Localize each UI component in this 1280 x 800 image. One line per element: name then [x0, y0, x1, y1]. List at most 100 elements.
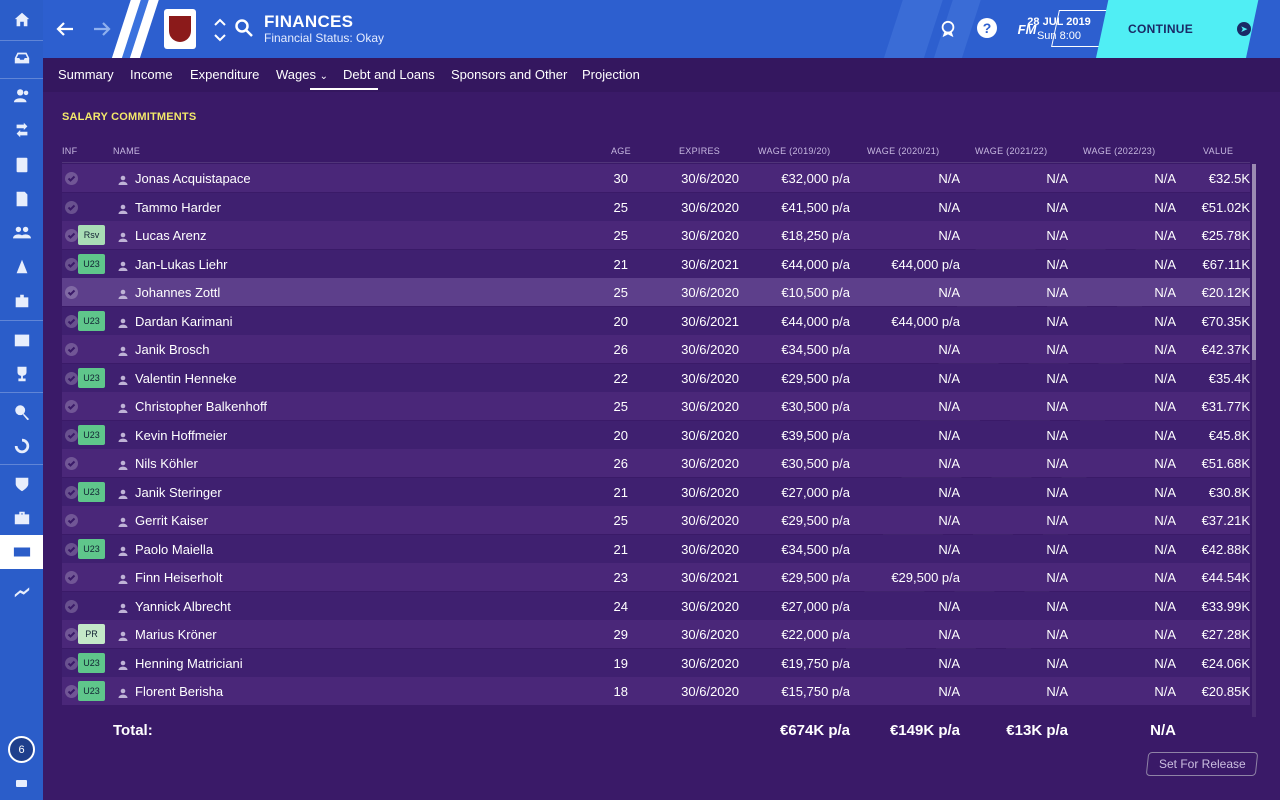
search-icon[interactable]	[234, 18, 254, 38]
col-wage-2020-21[interactable]: WAGE (2020/21)	[867, 146, 939, 156]
col-name[interactable]: NAME	[113, 146, 140, 156]
table-row[interactable]: Jonas Acquistapace 30 30/6/2020 €32,000 p/a…	[62, 164, 1250, 192]
person-icon	[118, 173, 128, 185]
player-name[interactable]: Janik Brosch	[135, 342, 209, 357]
player-value: €33.99K	[1201, 599, 1250, 614]
player-name[interactable]: Jonas Acquistapace	[135, 171, 251, 186]
notification-badge[interactable]: 6	[8, 736, 35, 763]
col-value[interactable]: VALUE	[1203, 146, 1233, 156]
help-icon[interactable]: ?	[977, 18, 997, 38]
player-name[interactable]: Janik Steringer	[135, 485, 222, 500]
player-name[interactable]: Marius Kröner	[135, 627, 217, 642]
up-down-chevron-icon[interactable]	[213, 15, 227, 45]
table-row[interactable]: Tammo Harder 25 30/6/2020 €41,500 p/a N/A N/A…	[62, 193, 1250, 221]
player-name[interactable]: Valentin Henneke	[135, 371, 237, 386]
player-value: €67.11K	[1202, 257, 1250, 272]
table-row[interactable]: PR Marius Kröner 29 30/6/2020 €22,000 p/a N/A…	[62, 620, 1250, 648]
table-row[interactable]: U23 Henning Matriciani 19 30/6/2020 €19,750 …	[62, 649, 1250, 677]
dynamics-icon[interactable]	[0, 113, 43, 147]
continue-label[interactable]: CONTINUE	[1128, 22, 1193, 36]
inbox-icon[interactable]	[0, 41, 43, 75]
player-name[interactable]: Lucas Arenz	[135, 228, 207, 243]
col-wage-2019-20[interactable]: WAGE (2019/20)	[758, 146, 830, 156]
col-inf[interactable]: INF	[62, 146, 77, 156]
col-wage-2021-22[interactable]: WAGE (2021/22)	[975, 146, 1047, 156]
forward-arrow-icon[interactable]	[91, 18, 113, 40]
table-row[interactable]: Gerrit Kaiser 25 30/6/2020 €29,500 p/a N/A N/…	[62, 506, 1250, 534]
col-wage-2022-23[interactable]: WAGE (2022/23)	[1083, 146, 1155, 156]
player-value: €44.54K	[1201, 570, 1250, 585]
mini-panel-icon[interactable]	[16, 780, 27, 787]
player-name[interactable]: Christopher Balkenhoff	[135, 399, 267, 414]
transfers-icon[interactable]	[0, 429, 43, 463]
player-name[interactable]: Tammo Harder	[135, 200, 221, 215]
player-value: €20.85K	[1201, 684, 1250, 699]
squad-status-badge: Rsv	[78, 225, 105, 245]
player-name[interactable]: Jan-Lukas Liehr	[135, 257, 228, 272]
training-icon[interactable]	[0, 148, 43, 182]
squad-icon[interactable]	[0, 79, 43, 113]
player-name[interactable]: Dardan Karimani	[135, 314, 233, 329]
award-icon[interactable]	[937, 18, 959, 40]
player-age: 26	[613, 342, 628, 357]
player-name[interactable]: Finn Heiserholt	[135, 570, 222, 585]
tab-sponsors-and-other[interactable]: Sponsors and Other	[451, 67, 567, 82]
tab-debt-and-loans[interactable]: Debt and Loans	[343, 67, 435, 82]
col-expires[interactable]: EXPIRES	[679, 146, 720, 156]
player-name[interactable]: Gerrit Kaiser	[135, 513, 208, 528]
continue-arrow-icon[interactable]: ➤	[1237, 22, 1251, 36]
player-name[interactable]: Johannes Zottl	[135, 285, 220, 300]
finances-icon[interactable]	[0, 535, 43, 569]
development-icon[interactable]	[0, 574, 43, 608]
reports-icon[interactable]	[0, 182, 43, 216]
player-name[interactable]: Henning Matriciani	[135, 656, 243, 671]
table-row[interactable]: U23 Dardan Karimani 20 30/6/2021 €44,000 p/a…	[62, 307, 1250, 335]
tab-expenditure[interactable]: Expenditure	[190, 67, 259, 82]
home-icon[interactable]	[0, 3, 43, 37]
person-icon	[118, 316, 128, 328]
tab-projection[interactable]: Projection	[582, 67, 640, 82]
calendar-icon[interactable]	[0, 323, 43, 357]
table-row[interactable]: U23 Jan-Lukas Liehr 21 30/6/2021 €44,000 p/a…	[62, 250, 1250, 278]
trophy-icon[interactable]	[0, 357, 43, 391]
wage-2022-23: N/A	[1154, 314, 1176, 329]
wage-2019-20: €19,750 p/a	[781, 656, 850, 671]
col-age[interactable]: AGE	[611, 146, 631, 156]
scrollbar-thumb[interactable]	[1252, 164, 1256, 360]
wage-2019-20: €44,000 p/a	[781, 314, 850, 329]
table-row[interactable]: Janik Brosch 26 30/6/2020 €34,500 p/a N/A N/A…	[62, 335, 1250, 363]
tab-income[interactable]: Income	[130, 67, 173, 82]
club-shield-icon[interactable]	[0, 467, 43, 501]
table-row[interactable]: Yannick Albrecht 24 30/6/2020 €27,000 p/a N/…	[62, 592, 1250, 620]
check-icon	[65, 315, 78, 328]
set-for-release-button[interactable]: Set For Release	[1145, 752, 1259, 776]
table-row[interactable]: U23 Janik Steringer 21 30/6/2020 €27,000 p/a…	[62, 478, 1250, 506]
tactics-icon[interactable]	[0, 250, 43, 284]
player-name[interactable]: Yannick Albrecht	[135, 599, 231, 614]
briefcase-icon[interactable]	[0, 501, 43, 535]
table-row[interactable]: Rsv Lucas Arenz 25 30/6/2020 €18,250 p/a N/A N…	[62, 221, 1250, 249]
player-name[interactable]: Nils Köhler	[135, 456, 198, 471]
table-row[interactable]: U23 Valentin Henneke 22 30/6/2020 €29,500 p/…	[62, 364, 1250, 392]
back-arrow-icon[interactable]	[54, 18, 76, 40]
player-name[interactable]: Kevin Hoffmeier	[135, 428, 227, 443]
staff-icon[interactable]	[0, 216, 43, 250]
player-name[interactable]: Florent Berisha	[135, 684, 223, 699]
club-crest[interactable]	[164, 9, 196, 49]
table-row[interactable]: U23 Florent Berisha 18 30/6/2020 €15,750 p/a…	[62, 677, 1250, 705]
table-row[interactable]: Johannes Zottl 25 30/6/2020 €10,500 p/a N/A N…	[62, 278, 1250, 306]
check-icon	[65, 457, 78, 470]
medical-icon[interactable]	[0, 284, 43, 318]
player-name[interactable]: Paolo Maiella	[135, 542, 213, 557]
table-row[interactable]: Nils Köhler 26 30/6/2020 €30,500 p/a N/A N/A N…	[62, 449, 1250, 477]
table-row[interactable]: Christopher Balkenhoff 25 30/6/2020 €30,500…	[62, 392, 1250, 420]
table-row[interactable]: U23 Kevin Hoffmeier 20 30/6/2020 €39,500 p/a…	[62, 421, 1250, 449]
tab-wages[interactable]: Wages ⌄	[276, 67, 328, 82]
player-age: 29	[613, 627, 628, 642]
wage-2022-23: N/A	[1154, 513, 1176, 528]
person-icon	[118, 544, 128, 556]
table-row[interactable]: Finn Heiserholt 23 30/6/2021 €29,500 p/a €29…	[62, 563, 1250, 591]
tab-summary[interactable]: Summary	[58, 67, 114, 82]
scouting-search-icon[interactable]	[0, 395, 43, 429]
table-row[interactable]: U23 Paolo Maiella 21 30/6/2020 €34,500 p/a N/…	[62, 535, 1250, 563]
